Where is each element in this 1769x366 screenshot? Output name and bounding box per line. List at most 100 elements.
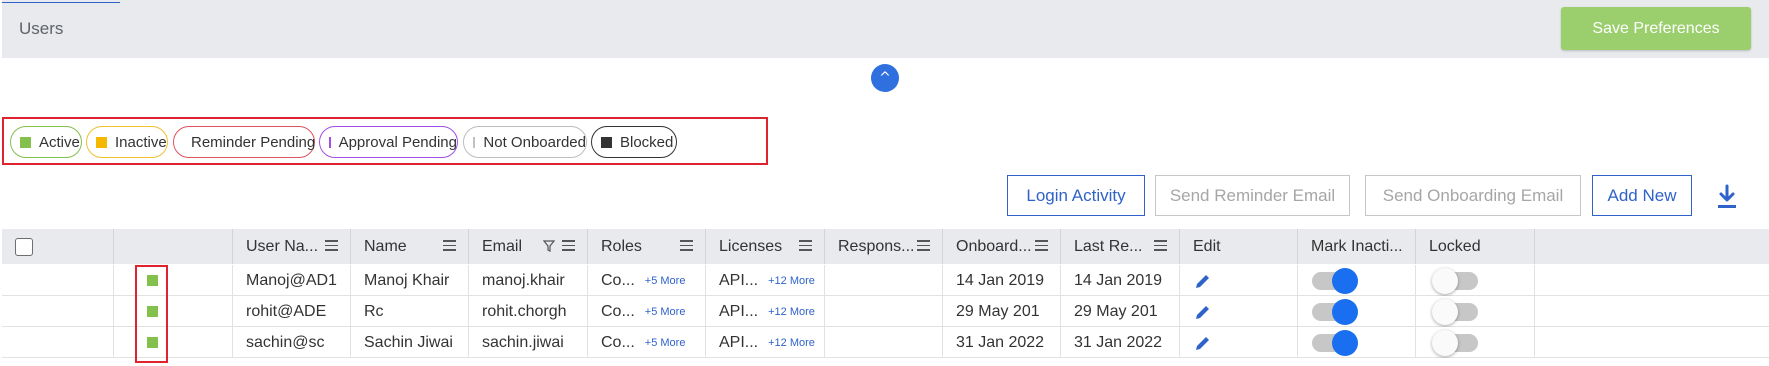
header-label: Name	[364, 237, 407, 255]
header-onboarded[interactable]: Onboard...	[943, 229, 1061, 264]
row-select-cell[interactable]	[2, 265, 114, 296]
header-licenses[interactable]: Licenses	[706, 229, 825, 264]
legend-label: Inactive	[115, 133, 167, 151]
licenses-more-link[interactable]: +12 More	[768, 306, 815, 318]
roles-more-link[interactable]: +5 More	[645, 275, 686, 287]
column-menu-icon[interactable]	[1154, 240, 1167, 252]
licenses-cell: API... +12 More	[706, 265, 825, 296]
select-all-cell	[2, 229, 114, 264]
table-row[interactable]: rohit@ADE Rc rohit.chorgh Co... +5 More A…	[2, 296, 1769, 327]
mark-inactive-cell	[1298, 327, 1416, 358]
header-label: Mark Inacti...	[1311, 237, 1403, 255]
roles-value: Co...	[601, 333, 635, 351]
status-header	[114, 229, 233, 264]
status-cell	[114, 327, 233, 358]
header-email[interactable]: Email	[469, 229, 588, 264]
login-activity-button[interactable]: Login Activity	[1007, 175, 1145, 216]
licenses-cell: API... +12 More	[706, 327, 825, 358]
header-label: Email	[482, 237, 523, 255]
column-menu-icon[interactable]	[917, 240, 930, 252]
edit-cell	[1180, 327, 1298, 358]
header-label: Edit	[1193, 237, 1221, 255]
users-page: Users Save Preferences ^ Active Inactive…	[0, 0, 1769, 366]
legend-label: Approval Pending	[338, 133, 457, 151]
breadcrumb[interactable]	[0, 0, 1769, 4]
locked-cell	[1416, 296, 1535, 327]
legend-chip-active[interactable]: Active	[10, 126, 82, 158]
select-all-checkbox[interactable]	[15, 237, 33, 256]
send-onboarding-email-button[interactable]: Send Onboarding Email	[1365, 175, 1581, 216]
column-menu-icon[interactable]	[1035, 240, 1048, 252]
header-roles[interactable]: Roles	[588, 229, 706, 264]
column-menu-icon[interactable]	[325, 240, 338, 252]
response-cell	[825, 265, 943, 296]
edit-cell	[1180, 265, 1298, 296]
header-response[interactable]: Respons...	[825, 229, 943, 264]
roles-value: Co...	[601, 271, 635, 289]
pencil-icon[interactable]	[1194, 334, 1212, 352]
name-cell: Sachin Jiwai	[351, 327, 469, 358]
mark-inactive-cell	[1298, 296, 1416, 327]
roles-more-link[interactable]: +5 More	[645, 306, 686, 318]
onboarded-cell: 31 Jan 2022	[943, 327, 1061, 358]
legend-chip-not-onboarded[interactable]: Not Onboarded	[463, 126, 587, 158]
name-cell: Rc	[351, 296, 469, 327]
collapse-panel-button[interactable]: ^	[871, 64, 899, 92]
mark-inactive-toggle[interactable]	[1312, 329, 1358, 356]
roles-cell: Co... +5 More	[588, 296, 706, 327]
blocked-swatch-icon	[601, 136, 612, 148]
column-menu-icon[interactable]	[799, 240, 812, 252]
licenses-more-link[interactable]: +12 More	[768, 337, 815, 349]
column-menu-icon[interactable]	[562, 240, 575, 252]
licenses-more-link[interactable]: +12 More	[768, 275, 815, 287]
column-menu-icon[interactable]	[680, 240, 693, 252]
email-cell: sachin.jiwai	[469, 327, 588, 358]
roles-cell: Co... +5 More	[588, 327, 706, 358]
header-name[interactable]: Name	[351, 229, 469, 264]
legend-chip-reminder-pending[interactable]: Reminder Pending	[173, 126, 315, 158]
header-label: Last Re...	[1074, 237, 1143, 255]
mark-inactive-toggle[interactable]	[1312, 267, 1358, 294]
locked-toggle[interactable]	[1432, 329, 1478, 356]
roles-more-link[interactable]: +5 More	[645, 337, 686, 349]
licenses-value: API...	[719, 333, 759, 351]
last-reminder-cell: 14 Jan 2019	[1061, 265, 1180, 296]
filter-icon[interactable]	[543, 240, 555, 252]
legend-label: Blocked	[620, 133, 674, 151]
inactive-swatch-icon	[96, 136, 107, 148]
row-select-cell[interactable]	[2, 296, 114, 327]
send-reminder-email-button[interactable]: Send Reminder Email	[1155, 175, 1350, 216]
approval-pending-swatch-icon	[329, 136, 331, 148]
locked-toggle[interactable]	[1432, 298, 1478, 325]
header-user-name[interactable]: User Na...	[233, 229, 351, 264]
header-label: Roles	[601, 237, 642, 255]
download-icon[interactable]	[1715, 184, 1739, 210]
add-new-button[interactable]: Add New	[1592, 175, 1692, 216]
header-label: Onboard...	[956, 237, 1032, 255]
last-reminder-cell: 29 May 201	[1061, 296, 1180, 327]
header-label: User Na...	[246, 237, 319, 255]
legend-chip-approval-pending[interactable]: Approval Pending	[319, 126, 458, 158]
pencil-icon[interactable]	[1194, 272, 1212, 290]
header-label: Respons...	[838, 237, 915, 255]
column-menu-icon[interactable]	[443, 240, 456, 252]
mark-inactive-toggle[interactable]	[1312, 298, 1358, 325]
header-edit: Edit	[1180, 229, 1298, 264]
row-select-cell[interactable]	[2, 327, 114, 358]
legend-chip-blocked[interactable]: Blocked	[591, 126, 677, 158]
header-last-reminder[interactable]: Last Re...	[1061, 229, 1180, 264]
header-locked: Locked	[1416, 229, 1535, 264]
licenses-cell: API... +12 More	[706, 296, 825, 327]
pencil-icon[interactable]	[1194, 303, 1212, 321]
name-cell: Manoj Khair	[351, 265, 469, 296]
table-row[interactable]: Manoj@AD1 Manoj Khair manoj.khair Co... +…	[2, 265, 1769, 296]
legend-label: Reminder Pending	[191, 133, 316, 151]
save-preferences-button[interactable]: Save Preferences	[1561, 7, 1751, 50]
header-label: Licenses	[719, 237, 783, 255]
grid-header: User Na... Name Email Roles Licenses Res…	[2, 229, 1769, 264]
legend-chip-inactive[interactable]: Inactive	[86, 126, 168, 158]
page-header: Users Save Preferences	[2, 0, 1769, 58]
table-row[interactable]: sachin@sc Sachin Jiwai sachin.jiwai Co..…	[2, 327, 1769, 358]
locked-toggle[interactable]	[1432, 267, 1478, 294]
legend-label: Not Onboarded	[483, 133, 586, 151]
